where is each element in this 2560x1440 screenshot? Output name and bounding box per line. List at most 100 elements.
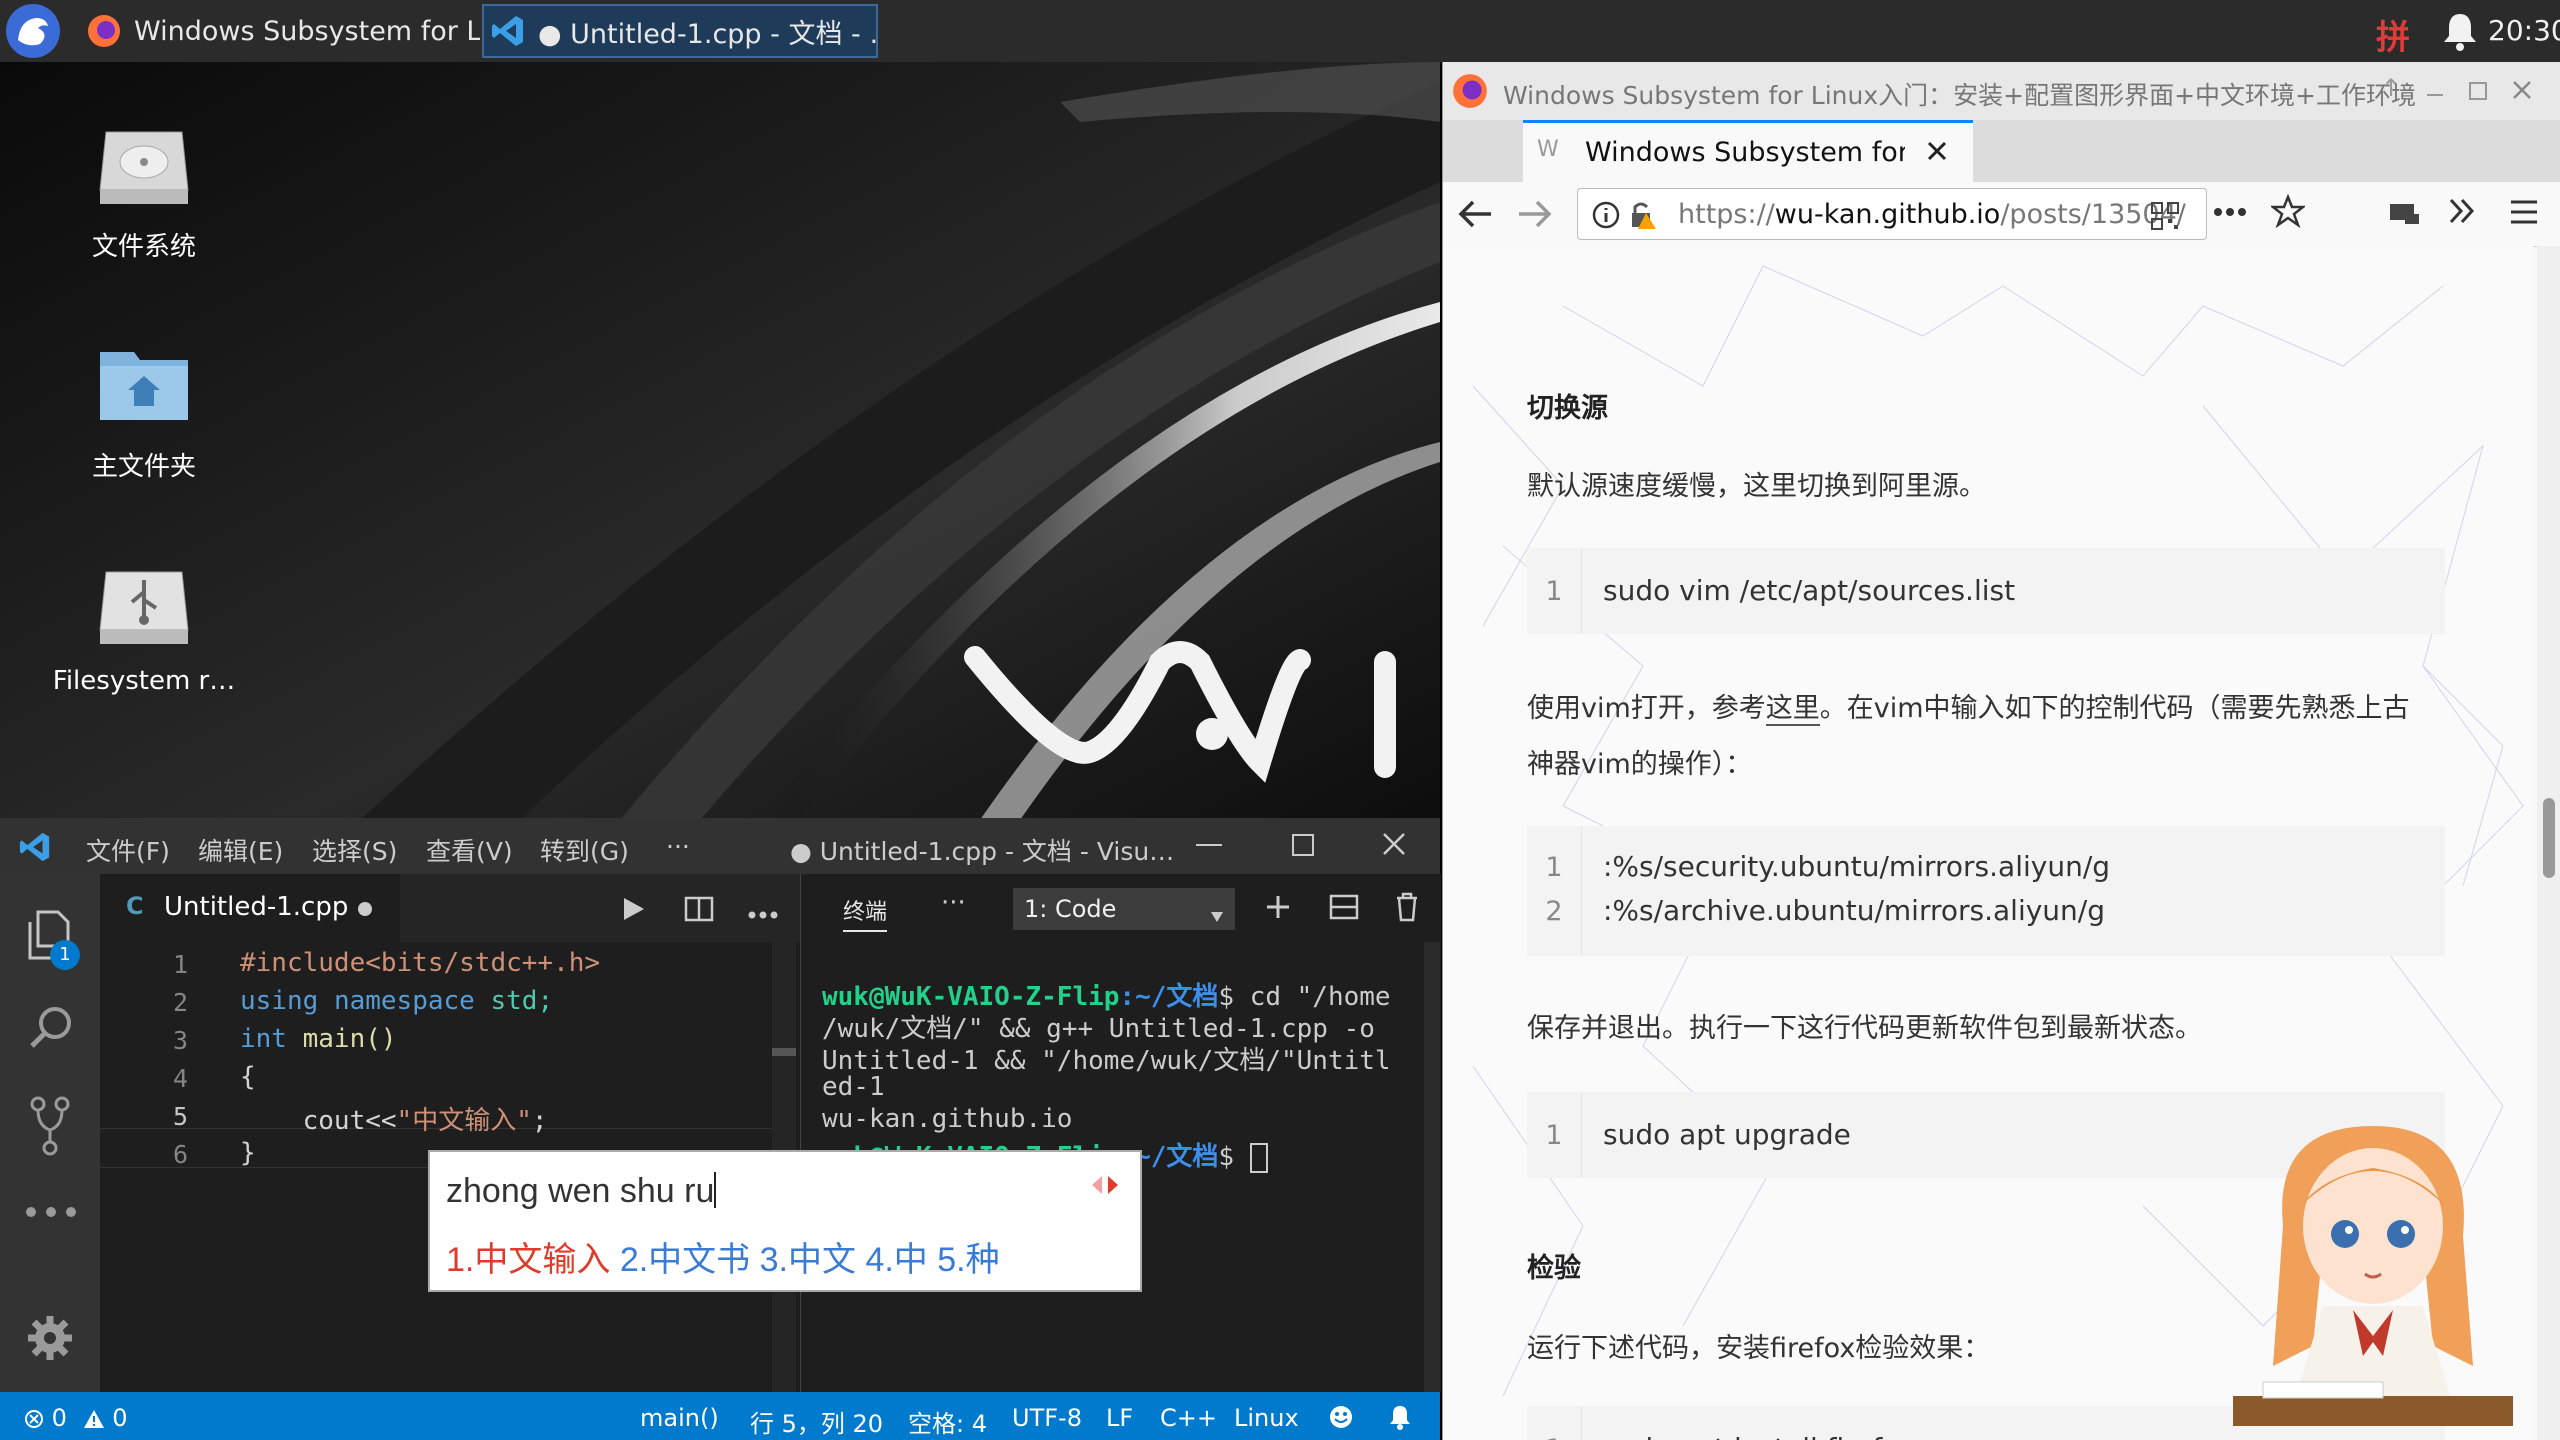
trash-icon[interactable] xyxy=(1395,892,1419,926)
source-control-icon[interactable] xyxy=(30,1096,70,1160)
taskbar-item-firefox[interactable]: Windows Subsystem for L… xyxy=(80,4,480,58)
panel-more-button[interactable]: ··· xyxy=(941,888,966,918)
tab-untitled-1[interactable]: C Untitled-1.cpp xyxy=(100,874,400,942)
bell-icon[interactable] xyxy=(2440,10,2480,52)
page-scrollbar[interactable] xyxy=(2537,246,2560,1440)
start-menu-icon[interactable] xyxy=(6,4,60,58)
ime-candidate-1[interactable]: 1.中文输入 xyxy=(446,1241,610,1279)
line-number: 1 xyxy=(100,950,188,979)
ime-candidate-4[interactable]: 4.中 xyxy=(865,1241,927,1279)
status-eol[interactable]: LF xyxy=(1106,1404,1133,1432)
desktop-icon-label: 文件系统 xyxy=(34,226,254,263)
url-bar[interactable]: https://wu-kan.github.io/posts/13504/ xyxy=(1577,188,2207,240)
desktop-icon-filesystem-root[interactable]: Filesystem r… xyxy=(34,558,254,696)
line-number: 3 xyxy=(100,1026,188,1055)
code-line-2[interactable]: using namespace std; xyxy=(240,986,553,1016)
extension-icon[interactable] xyxy=(2387,196,2421,234)
editor-more-icon[interactable] xyxy=(748,904,778,923)
pin-icon[interactable]: ↑ xyxy=(2381,74,2401,102)
status-os[interactable]: Linux xyxy=(1234,1404,1299,1432)
firefox-icon xyxy=(86,13,122,49)
qr-code-icon[interactable] xyxy=(2150,201,2180,238)
clock: 20:30 xyxy=(2488,14,2560,47)
split-editor-icon[interactable] xyxy=(684,896,714,926)
feedback-icon[interactable] xyxy=(1328,1404,1354,1436)
hamburger-menu-icon[interactable] xyxy=(2509,198,2539,230)
code-line-6[interactable]: } xyxy=(240,1138,256,1168)
unsaved-dot-icon[interactable] xyxy=(358,902,372,916)
minimize-icon[interactable] xyxy=(1196,844,1222,846)
menu-file[interactable]: 文件(F) xyxy=(86,832,170,868)
panel-header: 终端 ··· 1: Code xyxy=(800,874,1441,942)
link-here[interactable]: 这里 xyxy=(1766,693,1820,726)
input-method-indicator[interactable]: 拼 xyxy=(2376,10,2410,59)
forward-arrow-icon[interactable] xyxy=(1517,198,1553,234)
tab-close-icon[interactable] xyxy=(1925,139,1949,170)
ime-candidate-2[interactable]: 2.中文书 xyxy=(620,1241,750,1279)
more-actions-icon[interactable] xyxy=(2213,202,2247,221)
taskbar-item-vscode[interactable]: ● Untitled-1.cpp - 文档 - … xyxy=(482,4,878,58)
terminal-line-5: wu-kan.github.io xyxy=(822,1104,1072,1134)
menu-more[interactable]: ··· xyxy=(666,832,690,861)
close-icon[interactable] xyxy=(2511,78,2533,107)
line-number: 6 xyxy=(100,1140,188,1169)
desktop-icon-filesystem[interactable]: 文件系统 xyxy=(34,118,254,263)
notification-bell-icon[interactable] xyxy=(1388,1404,1412,1436)
gear-icon[interactable] xyxy=(26,1314,74,1366)
minimize-icon[interactable] xyxy=(2427,94,2443,96)
explorer-icon[interactable]: 1 xyxy=(28,910,72,964)
warning-icon xyxy=(83,1409,105,1429)
tab-title: Windows Subsystem for Li xyxy=(1585,137,1905,168)
ime-candidate-3[interactable]: 3.中文 xyxy=(760,1241,856,1279)
firefox-icon xyxy=(1451,72,1489,116)
desktop-icon-home[interactable]: 主文件夹 xyxy=(34,338,254,483)
menu-selection[interactable]: 选择(S) xyxy=(312,832,397,868)
drive-icon xyxy=(94,118,194,208)
tab-active-page[interactable]: W Windows Subsystem for Li xyxy=(1523,120,1973,182)
split-terminal-icon[interactable] xyxy=(1329,894,1359,924)
status-indent[interactable]: 空格: 4 xyxy=(908,1404,987,1439)
desktop-icon-label: Filesystem r… xyxy=(34,666,254,696)
overflow-chevron-icon[interactable] xyxy=(2447,196,2477,230)
status-bar: 0 0 main() 行 5，列 20 空格: 4 UTF-8 LF C++ L… xyxy=(0,1392,1440,1440)
close-icon[interactable] xyxy=(1380,830,1408,864)
run-icon[interactable] xyxy=(620,896,646,926)
code-line-4[interactable]: { xyxy=(240,1062,256,1092)
code-line-3[interactable]: int main() xyxy=(240,1024,397,1054)
info-icon[interactable] xyxy=(1592,201,1620,236)
maximize-icon[interactable] xyxy=(1292,834,1314,856)
problems-indicator[interactable]: 0 0 xyxy=(24,1404,127,1432)
bookmark-star-icon[interactable] xyxy=(2271,194,2305,232)
scrollbar-thumb[interactable] xyxy=(2543,798,2555,878)
insecure-lock-icon[interactable] xyxy=(1628,199,1658,238)
terminal-scrollbar[interactable] xyxy=(1424,942,1440,1392)
desktop: 文件系统 主文件夹 Filesystem r… xyxy=(0,62,1440,820)
taskbar-item-label: Windows Subsystem for L… xyxy=(134,16,480,47)
ime-candidate-5[interactable]: 5.种 xyxy=(937,1241,999,1279)
ime-page-arrows-icon[interactable] xyxy=(1088,1172,1122,1202)
status-position[interactable]: 行 5，列 20 xyxy=(750,1404,883,1439)
menu-view[interactable]: 查看(V) xyxy=(426,832,513,868)
code-block-line: sudo apt install firefox xyxy=(1603,1432,1915,1440)
menu-go[interactable]: 转到(G) xyxy=(540,832,629,868)
code-line-5[interactable]: cout<<"中文输入"; xyxy=(240,1100,548,1137)
status-encoding[interactable]: UTF-8 xyxy=(1012,1404,1082,1432)
url-text: https://wu-kan.github.io/posts/13504/ xyxy=(1678,199,2186,230)
tab-terminal[interactable]: 终端 xyxy=(843,894,887,932)
vscode-logo-icon xyxy=(18,830,52,870)
activity-bar: 1 xyxy=(0,874,100,1392)
maximize-icon[interactable] xyxy=(2469,82,2487,100)
desktop-icon-label: 主文件夹 xyxy=(34,446,254,483)
menu-edit[interactable]: 编辑(E) xyxy=(198,832,283,868)
add-terminal-icon[interactable] xyxy=(1265,894,1291,924)
more-icon[interactable] xyxy=(24,1204,78,1223)
ime-candidate-popup: zhong wen shu ru 1.中文输入 2.中文书 3.中文 4.中 5… xyxy=(428,1150,1142,1292)
status-scope[interactable]: main() xyxy=(640,1404,719,1432)
status-language[interactable]: C++ xyxy=(1160,1404,1217,1432)
back-arrow-icon[interactable] xyxy=(1457,198,1493,234)
code-block-line: sudo vim /etc/apt/sources.list xyxy=(1603,574,2015,607)
code-line-1[interactable]: #include<bits/stdc++.h> xyxy=(240,948,600,978)
code-block-line: sudo apt upgrade xyxy=(1603,1118,1851,1151)
terminal-select[interactable]: 1: Code xyxy=(1013,888,1235,930)
search-icon[interactable] xyxy=(28,1004,74,1054)
